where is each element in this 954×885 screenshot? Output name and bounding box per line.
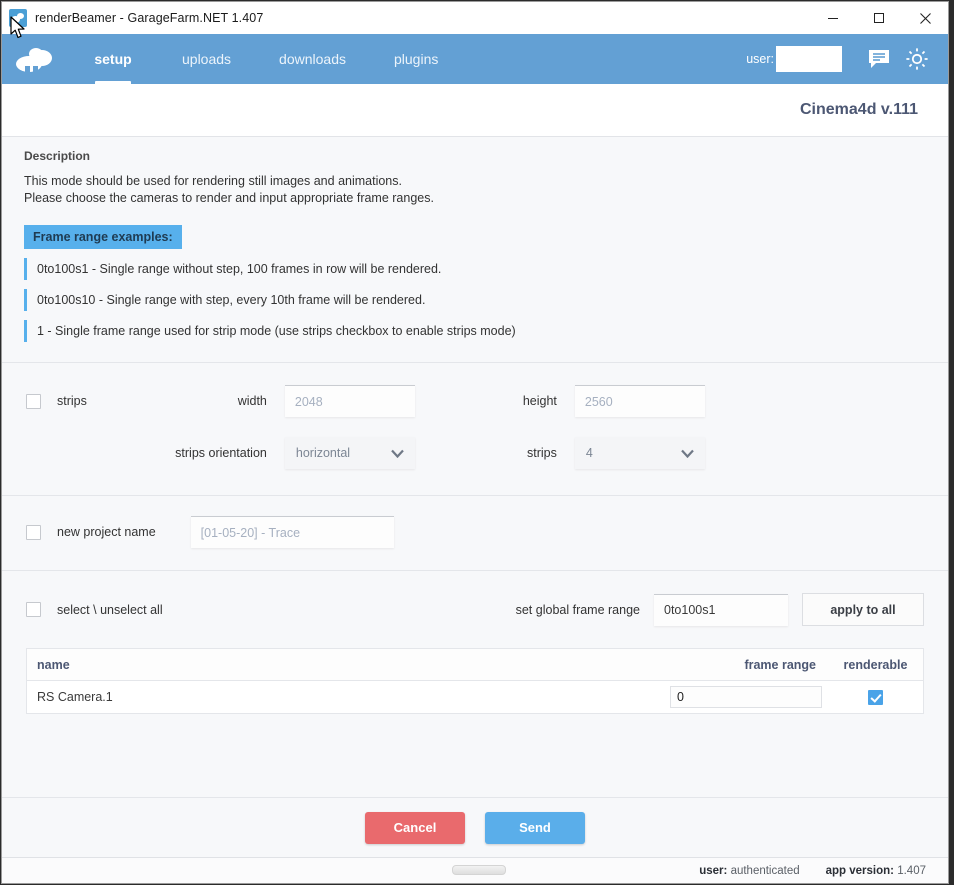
minimize-icon[interactable] bbox=[810, 2, 856, 34]
status-version-key: app version: bbox=[825, 864, 895, 877]
window-controls bbox=[810, 2, 948, 34]
status-user-value: authenticated bbox=[730, 864, 800, 877]
close-icon[interactable] bbox=[902, 2, 948, 34]
cancel-button[interactable]: Cancel bbox=[365, 811, 465, 844]
global-frame-range-input[interactable] bbox=[654, 593, 788, 626]
table-header-row: name frame range renderable bbox=[27, 649, 923, 681]
global-frame-range-group: set global frame range apply to all bbox=[516, 593, 924, 626]
select-all-checkbox[interactable] bbox=[26, 602, 41, 617]
gear-icon[interactable] bbox=[900, 42, 934, 76]
camera-name: RS Camera.1 bbox=[37, 690, 113, 704]
frame-range-examples-title: Frame range examples: bbox=[24, 225, 182, 249]
new-project-name-input[interactable] bbox=[190, 516, 394, 548]
camera-renderable-cell bbox=[828, 689, 923, 705]
content-area: Description This mode should be used for… bbox=[2, 137, 948, 797]
new-project-name-checkbox[interactable] bbox=[26, 524, 41, 540]
cloud-icon bbox=[9, 9, 27, 27]
resize-grip[interactable] bbox=[452, 865, 506, 875]
global-frame-range-label: set global frame range bbox=[515, 602, 640, 617]
frame-range-examples: Frame range examples: 0to100s1 - Single … bbox=[24, 225, 926, 342]
strips-row-2: strips strips orientation horizontal str… bbox=[2, 437, 948, 469]
height-input[interactable] bbox=[574, 385, 705, 417]
tab-uploads[interactable]: uploads bbox=[158, 34, 255, 84]
maximize-icon[interactable] bbox=[856, 2, 902, 34]
example-item: 0to100s1 - Single range without step, 10… bbox=[24, 258, 926, 280]
cameras-section: select \ unselect all set global frame r… bbox=[2, 571, 948, 714]
app-window: renderBeamer - GarageFarm.NET 1.407 setu… bbox=[1, 1, 949, 884]
status-bar: user: authenticated app version: 1.407 bbox=[2, 857, 948, 883]
tab-plugins[interactable]: plugins bbox=[370, 34, 462, 84]
page-title: Cinema4d v.111 bbox=[800, 101, 918, 118]
title-bar: renderBeamer - GarageFarm.NET 1.407 bbox=[2, 2, 948, 34]
tab-setup-label: setup bbox=[94, 51, 132, 67]
new-project-name-label: new project name bbox=[57, 525, 156, 539]
garagefarm-cloud-logo bbox=[2, 34, 68, 84]
status-user: user: authenticated bbox=[699, 865, 799, 877]
description-section: Description This mode should be used for… bbox=[2, 137, 948, 363]
camera-frame-range-input[interactable] bbox=[670, 686, 822, 708]
tab-uploads-label: uploads bbox=[182, 51, 232, 67]
strips-orientation-label: strips orientation bbox=[175, 446, 267, 460]
strips-count-select[interactable]: 4 bbox=[574, 437, 705, 469]
table-row[interactable]: RS Camera.1 bbox=[27, 681, 923, 713]
height-label: height bbox=[522, 394, 557, 408]
status-user-key: user: bbox=[699, 864, 728, 877]
strips-count-label: strips bbox=[527, 446, 557, 460]
description-legend: Description bbox=[24, 149, 91, 163]
main-navigation: setup uploads downloads plugins user: bbox=[2, 34, 948, 84]
footer-actions: Cancel Send bbox=[2, 797, 948, 857]
width-label: width bbox=[237, 394, 267, 408]
nav-user-value[interactable] bbox=[776, 46, 842, 72]
tab-downloads-label: downloads bbox=[279, 51, 346, 67]
column-header-name: name bbox=[37, 657, 70, 672]
example-item: 0to100s10 - Single range with step, ever… bbox=[24, 289, 926, 311]
description-line-2: Please choose the cameras to render and … bbox=[24, 191, 434, 205]
strips-checkbox-label: strips bbox=[57, 394, 87, 408]
description-line-1: This mode should be used for rendering s… bbox=[24, 174, 402, 188]
chevron-down-icon bbox=[391, 437, 404, 469]
width-input[interactable] bbox=[284, 385, 415, 417]
status-version: app version: 1.407 bbox=[826, 865, 926, 877]
strips-orientation-select[interactable]: horizontal bbox=[284, 437, 415, 469]
example-item: 1 - Single frame range used for strip mo… bbox=[24, 320, 926, 342]
nav-user-area: user: bbox=[746, 34, 948, 84]
column-header-renderable: renderable bbox=[843, 657, 908, 672]
apply-to-all-button[interactable]: apply to all bbox=[802, 593, 924, 626]
select-all-row: select \ unselect all set global frame r… bbox=[2, 593, 948, 626]
tab-downloads[interactable]: downloads bbox=[255, 34, 370, 84]
window-title: renderBeamer - GarageFarm.NET 1.407 bbox=[35, 11, 264, 25]
status-version-value: 1.407 bbox=[897, 864, 926, 877]
select-all-label: select \ unselect all bbox=[57, 602, 163, 617]
column-header-frame-range: frame range bbox=[744, 657, 816, 672]
message-icon[interactable] bbox=[862, 42, 896, 76]
cameras-table: name frame range renderable RS Camera.1 bbox=[26, 648, 924, 714]
tab-plugins-label: plugins bbox=[393, 51, 439, 67]
strips-row-1: strips width height bbox=[2, 385, 948, 417]
tab-setup[interactable]: setup bbox=[68, 34, 158, 84]
send-button[interactable]: Send bbox=[485, 811, 585, 844]
tab-list: setup uploads downloads plugins bbox=[68, 34, 462, 84]
strips-checkbox[interactable] bbox=[26, 393, 41, 409]
project-name-section: new project name bbox=[2, 496, 948, 571]
nav-user-label: user: bbox=[746, 52, 774, 66]
plugin-header: Cinema4d v.111 bbox=[2, 84, 948, 137]
chevron-down-icon bbox=[681, 437, 694, 469]
project-name-row: new project name bbox=[2, 516, 948, 548]
camera-renderable-checkbox[interactable] bbox=[868, 689, 883, 705]
camera-frame-range-cell bbox=[638, 686, 828, 708]
strips-section: strips width height strips strips orient… bbox=[2, 363, 948, 496]
